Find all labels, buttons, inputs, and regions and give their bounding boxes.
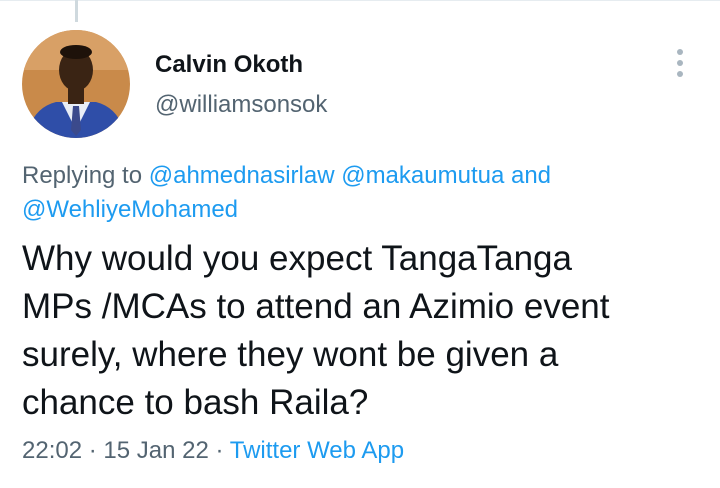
tweet-metadata: 22:02 · 15 Jan 22 · Twitter Web App (22, 437, 404, 465)
mention-conjunction: and (510, 162, 552, 189)
author-name[interactable]: Calvin Okoth (155, 51, 303, 79)
tweet-text: Why would you expect TangaTanga MPs /MCA… (22, 235, 712, 427)
mention-link[interactable]: @ahmednasirlaw (149, 162, 335, 189)
replying-to: Replying to @ahmednasirlaw @makaumutua a… (22, 159, 702, 227)
more-vertical-icon-dot (677, 71, 683, 77)
tweet-line: chance to bash Raila? (22, 383, 369, 422)
mention-link[interactable]: @makaumutua (341, 162, 504, 189)
tweet-time[interactable]: 22:02 (22, 437, 82, 464)
more-options-button[interactable] (668, 46, 692, 80)
replying-prefix: Replying to (22, 162, 143, 189)
tweet-date[interactable]: 15 Jan 22 (103, 437, 208, 464)
tweet-line: Why would you expect TangaTanga (22, 239, 572, 278)
author-handle[interactable]: @williamsonsok (155, 91, 327, 119)
more-vertical-icon (677, 49, 683, 55)
tweet-line: surely, where they wont be given a (22, 335, 559, 374)
mention-link[interactable]: @WehliyeMohamed (22, 196, 238, 223)
top-divider (0, 0, 720, 1)
tweet-source-link[interactable]: Twitter Web App (230, 437, 404, 464)
thread-connector-line (75, 0, 78, 22)
avatar[interactable] (22, 30, 130, 138)
separator-dot: · (88, 437, 97, 464)
tweet-line: MPs /MCAs to attend an Azimio event (22, 287, 610, 326)
more-vertical-icon-dot (677, 60, 683, 66)
separator-dot: · (215, 437, 224, 464)
